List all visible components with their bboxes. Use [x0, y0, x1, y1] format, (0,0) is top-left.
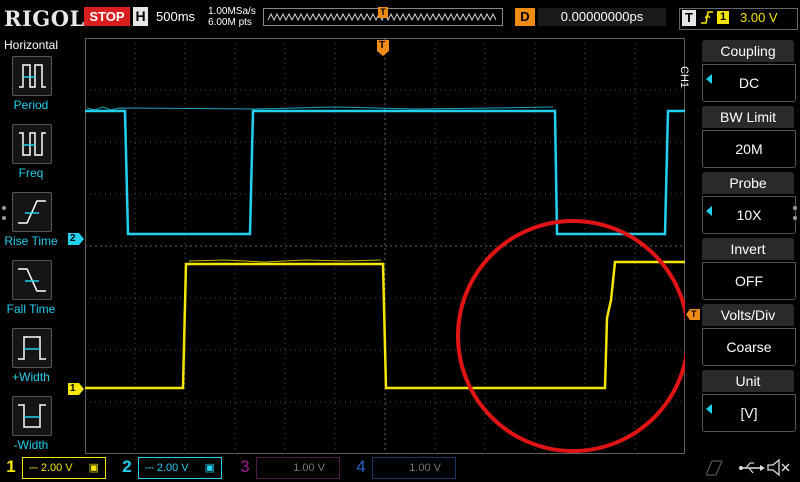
ch2-number[interactable]: 2: [118, 456, 136, 478]
ch2-scale-box[interactable]: ⎓ 2.00 V ▣: [138, 457, 222, 479]
ch4-scale: 1.00 V: [409, 462, 441, 474]
trigger-source: 1: [717, 11, 729, 24]
volts-div-value: Coarse: [702, 328, 796, 366]
trigger-label: T: [682, 10, 696, 26]
trigger-settings[interactable]: T 1 3.00 V: [679, 8, 798, 30]
trigger-time-marker-label: T: [379, 40, 386, 51]
ch1-marker-label: 1: [70, 383, 76, 394]
freq-icon: [12, 124, 52, 164]
ch2-scale: 2.00 V: [156, 462, 189, 474]
ch1-menu-tag: CH1: [678, 66, 690, 89]
dc-coupling-icon: ⎓: [145, 462, 154, 474]
horizontal-measure-menu: Horizontal Period Freq Rise Time Fall Ti…: [0, 36, 62, 454]
horizontal-timebase[interactable]: H 500ms: [133, 7, 203, 26]
measure-neg-width[interactable]: -Width: [0, 396, 62, 462]
horizontal-label: H: [133, 7, 148, 26]
acquisition-info: 1.00MSa/s 6.00M pts: [208, 6, 256, 28]
ch1-number[interactable]: 1: [2, 456, 20, 478]
ch1-scale: 2.00 V: [40, 462, 73, 474]
invert-title: Invert: [702, 238, 794, 260]
measure-fall-time-label: Fall Time: [6, 302, 56, 316]
unit-softkey[interactable]: Unit [V]: [702, 370, 796, 432]
trigger-level: 3.00 V: [740, 10, 778, 25]
rigol-logo: RIGOL: [4, 6, 85, 31]
usb-icon: [739, 462, 765, 474]
waveform-display[interactable]: [85, 38, 690, 454]
coupling-title: Coupling: [702, 40, 794, 62]
dc-coupling-icon: ⎓: [29, 462, 38, 474]
speaker-muted-icon: [767, 458, 790, 477]
probe-title: Probe: [702, 172, 794, 194]
bw-limit-softkey[interactable]: BW Limit 20M: [702, 106, 796, 168]
measure-period-label: Period: [13, 98, 49, 112]
bw-limit-icon: ▣: [204, 462, 215, 474]
measure-freq-label: Freq: [18, 166, 44, 180]
bw-limit-icon: ▣: [88, 462, 99, 474]
ch3-number[interactable]: 3: [236, 456, 254, 478]
ch1-scale-box[interactable]: ⎓ 2.00 V ▣: [22, 457, 106, 479]
ch3-scale-box[interactable]: 1.00 V: [256, 457, 340, 479]
volts-div-softkey[interactable]: Volts/Div Coarse: [702, 304, 796, 366]
ch2-offset-marker[interactable]: 2: [68, 233, 84, 245]
measure-pos-width[interactable]: +Width: [0, 328, 62, 394]
top-status-bar: RIGOL STOP H 500ms 1.00MSa/s 6.00M pts T…: [0, 0, 800, 36]
measure-freq[interactable]: Freq: [0, 124, 62, 190]
measure-rise-time-label: Rise Time: [4, 234, 58, 248]
probe-arrow-icon: [706, 206, 712, 216]
timebase-value: 500ms: [156, 9, 196, 24]
ch4-number[interactable]: 4: [352, 456, 370, 478]
measure-rise-time[interactable]: Rise Time: [0, 192, 62, 258]
fall-time-icon: [12, 260, 52, 300]
right-page-indicator: [793, 204, 799, 228]
graticule: [85, 38, 690, 454]
invert-value: OFF: [702, 262, 796, 300]
ch1-waveform: [85, 260, 685, 390]
measure-neg-width-label: -Width: [13, 438, 49, 452]
memory-depth: 6.00M pts: [208, 17, 252, 28]
unit-value: [V]: [702, 394, 796, 432]
delay-label: D: [515, 8, 535, 26]
annotation-circle: [456, 219, 690, 453]
run-stop-status[interactable]: STOP: [84, 7, 130, 26]
trigger-time-marker[interactable]: T: [377, 40, 389, 56]
volts-div-title: Volts/Div: [702, 304, 794, 326]
ch2-noise: [86, 106, 554, 111]
probe-softkey[interactable]: Probe 10X: [702, 172, 796, 234]
pos-width-icon: [12, 328, 52, 368]
unit-title: Unit: [702, 370, 794, 392]
period-icon: [12, 56, 52, 96]
trigger-position-marker: T: [378, 7, 388, 18]
ch1-offset-marker[interactable]: 1: [68, 383, 84, 395]
measure-fall-time[interactable]: Fall Time: [0, 260, 62, 326]
ch1-noise: [188, 259, 382, 263]
measure-pos-width-label: +Width: [12, 370, 50, 384]
system-icons: [705, 457, 796, 477]
measure-period[interactable]: Period: [0, 56, 62, 122]
coupling-arrow-icon: [706, 74, 712, 84]
rising-edge-icon: [700, 9, 714, 31]
neg-width-icon: [12, 396, 52, 436]
memory-position-bar[interactable]: T: [263, 7, 503, 26]
invert-softkey[interactable]: Invert OFF: [702, 238, 796, 300]
probe-value: 10X: [702, 196, 796, 234]
ch2-marker-label: 2: [70, 233, 76, 244]
horizontal-delay-value[interactable]: 0.00000000ps: [538, 8, 666, 26]
channel-status-bar: 1 ⎓ 2.00 V ▣ 2 ⎓ 2.00 V ▣ 3 1.00 V 4 1.0…: [0, 454, 800, 480]
ch3-scale: 1.00 V: [293, 462, 325, 474]
bw-limit-value: 20M: [702, 130, 796, 168]
unit-arrow-icon: [706, 404, 712, 414]
coupling-softkey[interactable]: Coupling DC: [702, 40, 796, 102]
coupling-value: DC: [702, 64, 796, 102]
left-page-indicator: [2, 204, 8, 228]
bw-limit-title: BW Limit: [702, 106, 794, 128]
ch4-scale-box[interactable]: 1.00 V: [372, 457, 456, 479]
menu-title: Horizontal: [3, 38, 59, 52]
rise-time-icon: [12, 192, 52, 232]
ch1-settings-menu: Coupling DC BW Limit 20M Probe 10X Inver…: [690, 36, 800, 454]
sample-rate: 1.00MSa/s: [208, 6, 256, 17]
